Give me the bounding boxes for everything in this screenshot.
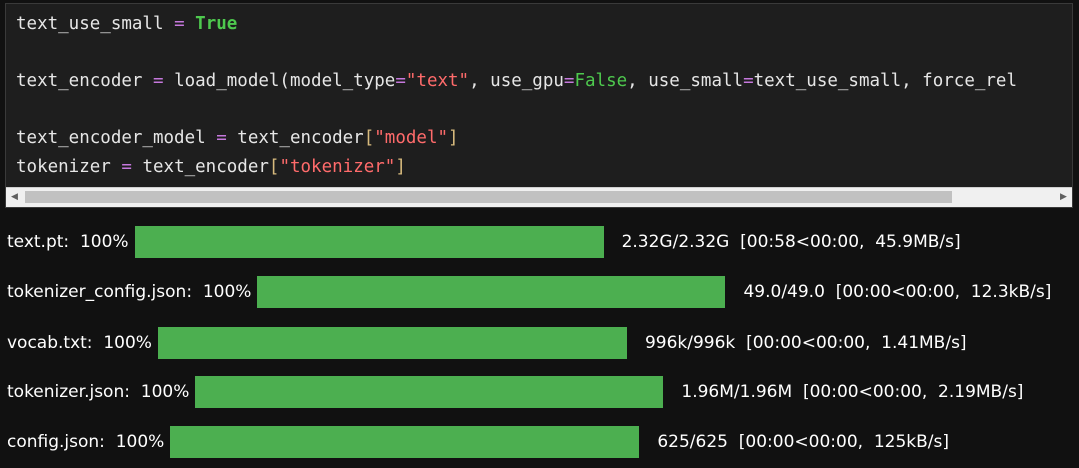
code-line: tokenizer = text_encoder["tokenizer"] xyxy=(16,157,406,177)
progress-bar-fill xyxy=(257,276,726,308)
scroll-right-arrow-icon[interactable]: ▶ xyxy=(1055,188,1072,207)
progress-bar xyxy=(134,226,604,258)
progress-bar xyxy=(170,426,640,458)
download-progress-row: vocab.txt: 100% 996k/996k [00:00<00:00, … xyxy=(7,325,967,361)
download-progress-row: tokenizer_config.json: 100% 49.0/49.0 [0… xyxy=(7,274,1051,310)
download-progress-row: config.json: 100% 625/625 [00:00<00:00, … xyxy=(7,424,949,460)
progress-stats: 49.0/49.0 [00:00<00:00, 12.3kB/s] xyxy=(743,282,1052,302)
progress-stats: 625/625 [00:00<00:00, 125kB/s] xyxy=(657,432,950,452)
code-token: ] xyxy=(448,128,459,148)
code-token: [ xyxy=(268,157,280,177)
progress-percent: 100% xyxy=(115,432,165,452)
scroll-left-arrow-icon[interactable]: ◀ xyxy=(6,188,23,207)
progress-bar-fill xyxy=(134,226,604,258)
progress-bar-fill xyxy=(195,376,664,408)
download-progress-row: tokenizer.json: 100% 1.96M/1.96M [00:00<… xyxy=(7,374,1023,410)
code-token: text_encoder xyxy=(226,128,364,148)
progress-bar xyxy=(157,327,627,359)
code-token: = xyxy=(121,157,132,177)
code-token: tokenizer xyxy=(16,157,111,177)
progress-label: tokenizer_config.json: 100% xyxy=(7,282,251,302)
progress-label: vocab.txt: 100% xyxy=(7,333,152,353)
code-token: , use_small xyxy=(627,71,744,91)
code-editor[interactable]: text_use_small = True text_encoder = loa… xyxy=(6,4,1072,187)
code-token: = xyxy=(563,71,575,91)
code-token: text_use_small, force_rel xyxy=(753,71,1018,91)
code-token: = xyxy=(395,71,406,91)
progress-label: config.json: 100% xyxy=(7,432,164,452)
code-token: text_encoder xyxy=(131,157,269,177)
code-token: ] xyxy=(395,157,406,177)
code-cell[interactable]: text_use_small = True text_encoder = loa… xyxy=(5,3,1073,208)
file-name: text.pt: xyxy=(7,232,70,252)
code-token: True xyxy=(195,14,238,34)
code-token: [ xyxy=(363,128,375,148)
progress-percent: 100% xyxy=(140,382,190,402)
progress-percent: 100% xyxy=(79,232,129,252)
horizontal-scrollbar[interactable]: ◀ ▶ xyxy=(6,187,1072,207)
code-token: = xyxy=(174,14,185,34)
code-token: = xyxy=(743,71,754,91)
progress-stats: 1.96M/1.96M [00:00<00:00, 2.19MB/s] xyxy=(681,382,1024,402)
code-token: text_encoder xyxy=(16,71,143,91)
code-token: "model" xyxy=(374,128,449,148)
code-token: text_encoder_model xyxy=(16,128,206,148)
progress-label: tokenizer.json: 100% xyxy=(7,382,189,402)
file-name: vocab.txt: xyxy=(7,333,93,353)
progress-stats: 996k/996k [00:00<00:00, 1.41MB/s] xyxy=(644,333,967,353)
code-token: "tokenizer" xyxy=(279,157,396,177)
progress-bar xyxy=(195,376,664,408)
progress-bar-fill xyxy=(170,426,640,458)
code-token: = xyxy=(216,128,227,148)
progress-label: text.pt: 100% xyxy=(7,232,129,252)
file-name: tokenizer_config.json: xyxy=(7,282,193,302)
progress-percent: 100% xyxy=(103,333,152,353)
scrollbar-thumb[interactable] xyxy=(25,191,952,203)
file-name: tokenizer.json: xyxy=(7,382,130,402)
progress-bar xyxy=(257,276,726,308)
code-token: , use_gpu xyxy=(469,71,564,91)
file-name: config.json: xyxy=(7,432,105,452)
code-line: text_use_small = True xyxy=(16,14,237,34)
code-token: "text" xyxy=(405,71,470,91)
code-token: False xyxy=(574,71,628,91)
code-line: text_encoder = load_model(model_type="te… xyxy=(16,71,1017,91)
progress-stats: 2.32G/2.32G [00:58<00:00, 45.9MB/s] xyxy=(621,232,961,252)
code-token: text_use_small xyxy=(16,14,164,34)
progress-bar-fill xyxy=(157,327,627,359)
code-line: text_encoder_model = text_encoder["model… xyxy=(16,128,459,148)
code-token: load_model(model_type xyxy=(163,71,396,91)
progress-percent: 100% xyxy=(202,282,252,302)
code-token: = xyxy=(152,71,164,91)
download-progress-row: text.pt: 100% 2.32G/2.32G [00:58<00:00, … xyxy=(7,224,961,260)
